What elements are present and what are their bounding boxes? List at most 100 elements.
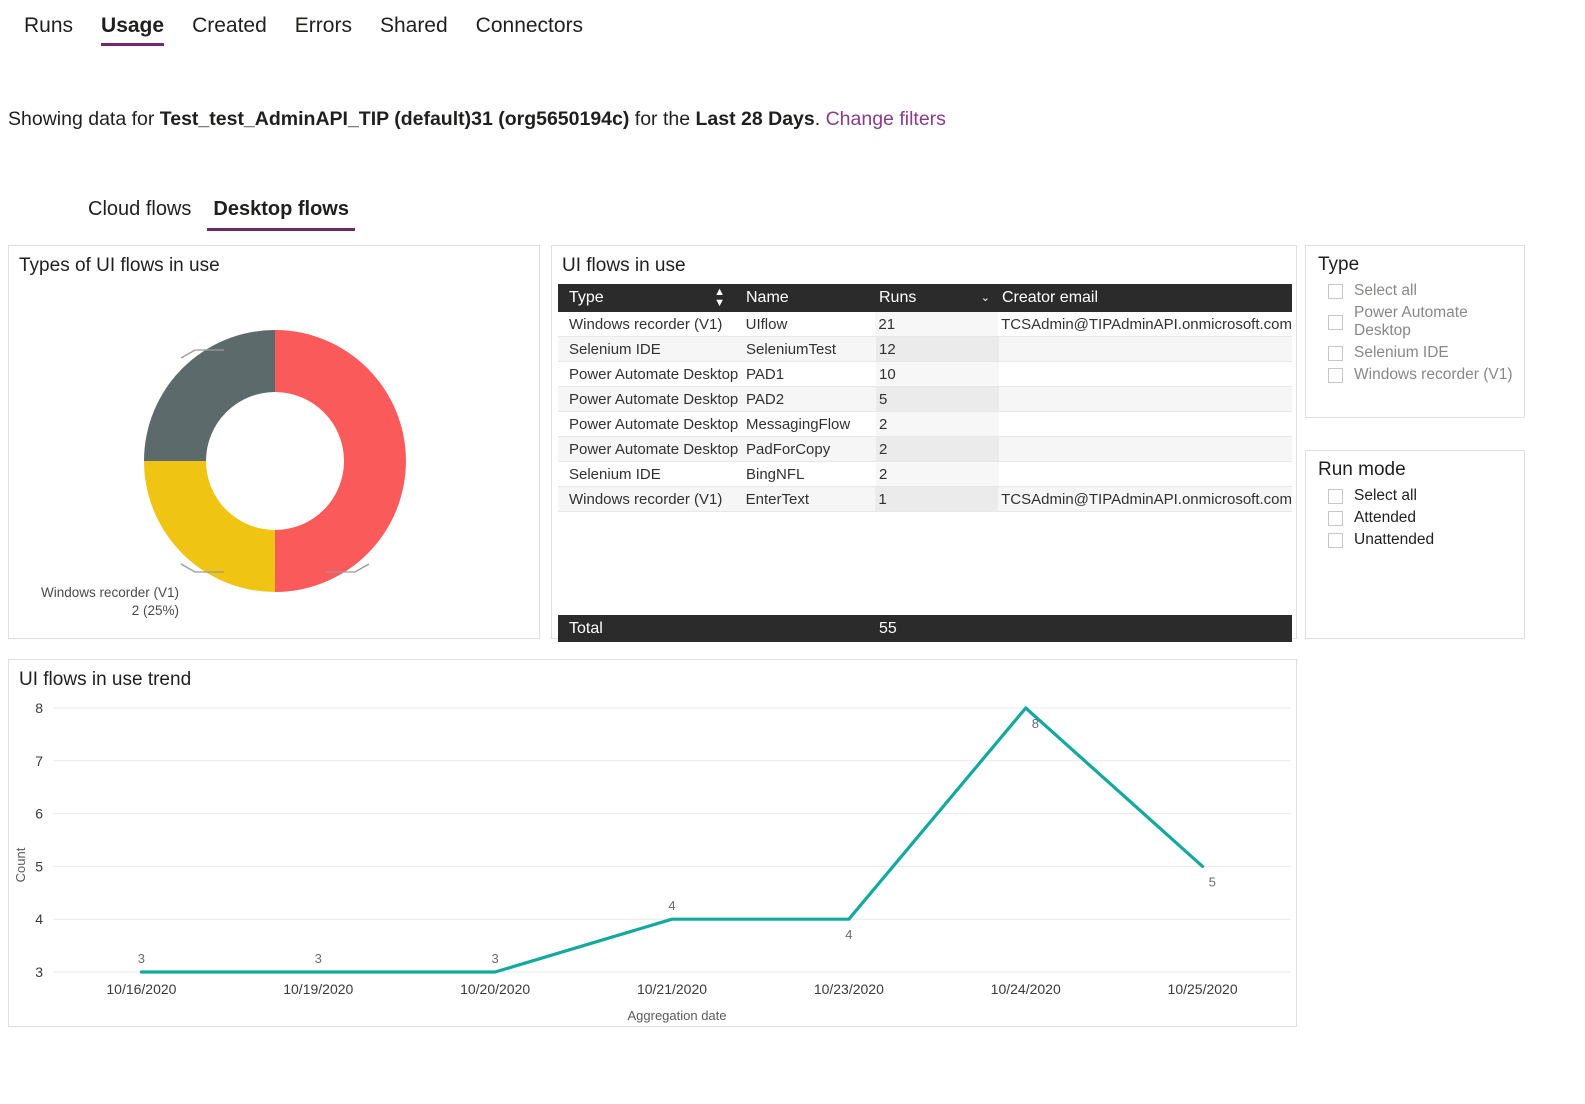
type-filter-selenium-ide[interactable]: Selenium IDE — [1306, 342, 1524, 364]
cell-runs: 2 — [876, 437, 999, 461]
svg-text:5: 5 — [35, 858, 43, 874]
run-mode-filter-option-label: Attended — [1354, 509, 1417, 526]
checkbox-icon[interactable] — [1328, 532, 1343, 548]
cell-name: PadForCopy — [746, 440, 831, 458]
svg-text:10/19/2020: 10/19/2020 — [283, 981, 353, 997]
cell-type: Power Automate Desktop — [569, 415, 739, 433]
tab-usage[interactable]: Usage — [87, 12, 178, 48]
chevron-down-icon[interactable]: ⌄ — [981, 292, 990, 304]
column-header-runs[interactable]: Runs ⌄ — [876, 289, 999, 307]
type-filter-power-automate-desktop[interactable]: Power Automate Desktop — [1306, 302, 1524, 342]
cell-runs: 10 — [876, 362, 999, 386]
trend-line-chart[interactable]: 345678 10/16/2020 10/19/2020 10/20/2020 10/… — [9, 690, 1296, 1026]
svg-text:8: 8 — [35, 700, 43, 716]
run-mode-filter-select-all[interactable]: Select all — [1306, 485, 1524, 507]
svg-text:10/24/2020: 10/24/2020 — [991, 981, 1061, 997]
svg-text:7: 7 — [35, 753, 43, 769]
tab-created[interactable]: Created — [178, 12, 281, 48]
cell-type: Selenium IDE — [569, 465, 661, 483]
svg-text:3: 3 — [35, 964, 43, 980]
svg-text:4: 4 — [845, 927, 852, 942]
flow-type-tab-bar: Cloud flows Desktop flows — [80, 196, 363, 231]
type-filter-option-label: Selenium IDE — [1354, 344, 1449, 361]
filter-suffix: . — [814, 108, 826, 130]
type-filter-title: Type — [1318, 254, 1360, 275]
table-row[interactable]: Power Automate Desktop MessagingFlow 2 — [558, 412, 1292, 437]
checkbox-icon[interactable] — [1328, 488, 1343, 504]
svg-text:4: 4 — [668, 898, 675, 913]
tab-shared[interactable]: Shared — [366, 12, 462, 48]
table-row[interactable]: Selenium IDE SeleniumTest 12 — [558, 337, 1292, 362]
svg-text:4: 4 — [35, 911, 43, 927]
ui-flows-table: Type ▲ ▼ Name Runs ⌄ Creator email Window… — [558, 284, 1292, 512]
type-filter-windows-recorder[interactable]: Windows recorder (V1) — [1306, 364, 1524, 386]
cell-runs: 5 — [876, 387, 999, 411]
tab-cloud-flows[interactable]: Cloud flows — [80, 196, 199, 231]
cell-name: SeleniumTest — [746, 340, 837, 358]
donut-label-windows-value: 2 (25%) — [131, 603, 179, 619]
types-of-ui-flows-card: Types of UI flows in use 8 Windows recor… — [8, 245, 541, 826]
run-mode-filter-unattended[interactable]: Unattended — [1306, 529, 1524, 551]
run-mode-filter-option-label: Select all — [1354, 487, 1417, 504]
cell-name: MessagingFlow — [746, 415, 851, 433]
cell-type: Windows recorder (V1) — [569, 490, 723, 508]
table-row[interactable]: Windows recorder (V1) UIflow 21 TCSAdmin… — [558, 312, 1292, 337]
svg-text:5: 5 — [1209, 874, 1216, 889]
svg-text:10/25/2020: 10/25/2020 — [1168, 981, 1238, 997]
sort-arrows-icon[interactable]: ▲ ▼ — [714, 287, 725, 309]
table-total-row: Total 55 — [558, 615, 1292, 642]
tab-desktop-flows[interactable]: Desktop flows — [205, 196, 357, 231]
table-row[interactable]: Selenium IDE BingNFL 2 — [558, 462, 1292, 487]
donut-chart[interactable] — [9, 246, 541, 640]
cell-runs: 2 — [876, 462, 999, 486]
column-header-runs-label: Runs — [879, 289, 917, 306]
chart-x-tick-labels: 10/16/2020 10/19/2020 10/20/2020 10/21/2020… — [106, 981, 1237, 997]
cell-type: Power Automate Desktop — [569, 390, 739, 408]
table-row[interactable]: Power Automate Desktop PAD1 10 — [558, 362, 1292, 387]
checkbox-icon[interactable] — [1328, 283, 1343, 299]
total-runs: 55 — [879, 619, 897, 637]
checkbox-icon[interactable] — [1328, 345, 1343, 361]
ui-flows-trend-card: UI flows in use trend 345678 10/16/2020 1… — [8, 659, 1297, 1027]
column-header-creator-email[interactable]: Creator email — [999, 289, 1292, 307]
svg-text:3: 3 — [315, 951, 322, 966]
tab-runs[interactable]: Runs — [10, 12, 87, 48]
cell-type: Selenium IDE — [569, 340, 661, 358]
column-header-type[interactable]: Type ▲ ▼ — [558, 287, 746, 309]
column-header-type-label: Type — [569, 289, 604, 306]
checkbox-icon[interactable] — [1328, 314, 1343, 330]
trend-chart-title: UI flows in use trend — [19, 669, 192, 690]
table-row[interactable]: Windows recorder (V1) EnterText 1 TCSAdm… — [558, 487, 1292, 512]
filter-period: Last 28 Days — [695, 108, 815, 130]
cell-name: UIflow — [745, 315, 788, 333]
table-row[interactable]: Power Automate Desktop PadForCopy 2 — [558, 437, 1292, 462]
svg-text:8: 8 — [1032, 716, 1039, 731]
run-mode-filter-attended[interactable]: Attended — [1306, 507, 1524, 529]
cell-name: EnterText — [745, 490, 810, 508]
table-row[interactable]: Power Automate Desktop PAD2 5 — [558, 387, 1292, 412]
chart-gridlines — [53, 707, 1291, 973]
svg-text:10/23/2020: 10/23/2020 — [814, 981, 884, 997]
cell-name: BingNFL — [746, 465, 805, 483]
tab-connectors[interactable]: Connectors — [462, 12, 597, 48]
tab-errors[interactable]: Errors — [281, 12, 366, 48]
type-filter-panel: Type Select all Power Automate Desktop S… — [1305, 245, 1525, 418]
run-mode-filter-option-label: Unattended — [1354, 531, 1435, 548]
trend-series-line[interactable] — [139, 706, 1205, 974]
cell-creator-email: TCSAdmin@TIPAdminAPI.onmicrosoft.com — [1001, 490, 1292, 508]
type-filter-select-all[interactable]: Select all — [1306, 280, 1524, 302]
chart-point-labels: 3 3 3 4 4 8 5 — [138, 716, 1216, 966]
checkbox-icon[interactable] — [1328, 510, 1343, 526]
donut-label-windows-recorder: Windows recorder (V1) 2 (25%) — [27, 584, 179, 620]
filter-middle: for the — [629, 108, 696, 130]
total-label: Total — [569, 619, 603, 637]
checkbox-icon[interactable] — [1328, 367, 1343, 383]
filter-prefix: Showing data for — [8, 108, 160, 130]
svg-text:10/21/2020: 10/21/2020 — [637, 981, 707, 997]
svg-text:3: 3 — [138, 951, 145, 966]
column-header-name[interactable]: Name — [746, 289, 876, 307]
ui-flows-in-use-card: UI flows in use Type ▲ ▼ Name Runs ⌄ Crea… — [551, 245, 1297, 642]
donut-slice-power-automate-desktop[interactable] — [275, 330, 406, 592]
change-filters-link[interactable]: Change filters — [826, 108, 946, 130]
cell-runs: 2 — [876, 412, 999, 436]
